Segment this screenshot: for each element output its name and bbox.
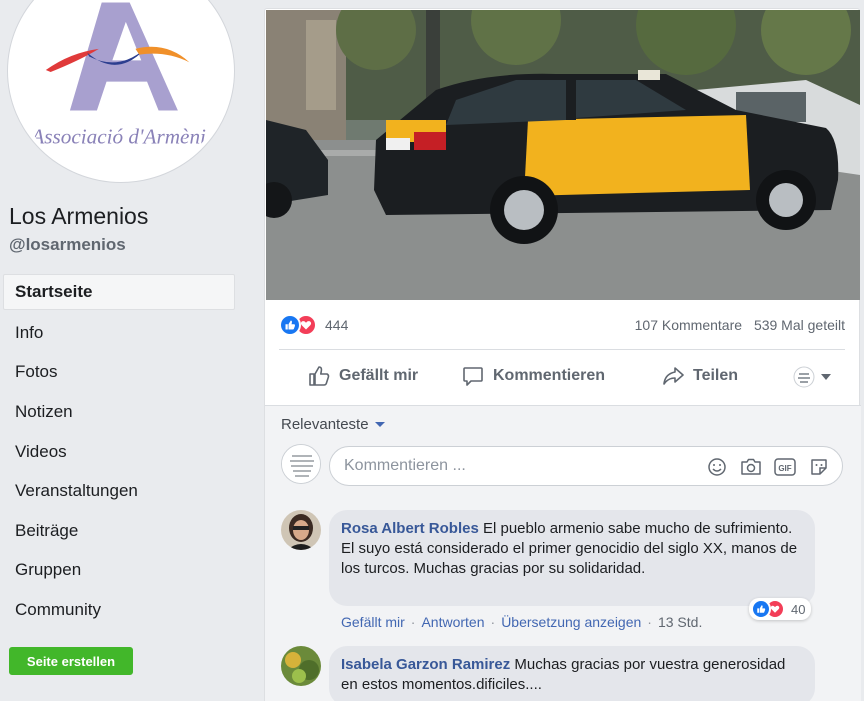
- share-button[interactable]: Teilen: [661, 364, 738, 388]
- logo-text: Associació d'Armènia Catalunya -Arm: [29, 124, 230, 148]
- nav-item-videos[interactable]: Videos: [3, 432, 235, 472]
- comment-bubble: Rosa Albert Robles El pueblo armenio sab…: [329, 510, 815, 606]
- comment-translate-link[interactable]: Übersetzung anzeigen: [501, 614, 641, 630]
- comment-icon: [463, 367, 483, 386]
- comment-timestamp[interactable]: 13 Std.: [658, 614, 702, 630]
- like-reaction-icon: [751, 599, 771, 619]
- page-nav: Startseite Info Fotos Notizen Videos Ver…: [3, 274, 235, 630]
- commenter-avatar[interactable]: [281, 510, 321, 550]
- comments-section: Relevanteste GIF Rosa Albert Robles El p…: [265, 405, 861, 701]
- like-button[interactable]: Gefällt mir: [307, 364, 418, 388]
- reaction-count[interactable]: 444: [325, 317, 348, 333]
- comment-like-link[interactable]: Gefällt mir: [341, 614, 405, 630]
- gif-icon[interactable]: GIF: [774, 456, 796, 478]
- comment-button[interactable]: Kommentieren: [461, 364, 605, 388]
- caret-down-icon: [374, 422, 385, 427]
- camera-icon[interactable]: [740, 456, 762, 478]
- emoji-icon[interactable]: [706, 456, 728, 478]
- separator-dot: ·: [490, 614, 496, 630]
- commenter-avatar[interactable]: [281, 646, 321, 686]
- comment-author[interactable]: Isabela Garzon Ramirez: [341, 656, 510, 673]
- comment-reaction-count: 40: [791, 601, 806, 617]
- taxi-photo: [266, 10, 860, 300]
- nav-item-community[interactable]: Community: [3, 590, 235, 630]
- comment-as-selector[interactable]: [793, 366, 831, 388]
- page-sidebar: Associació d'Armènia Catalunya -Arm Los …: [0, 0, 248, 701]
- sticker-icon[interactable]: [808, 456, 830, 478]
- comment-bubble: Isabela Garzon Ramirez Muchas gracias po…: [329, 646, 815, 701]
- thumbs-up-icon: [309, 366, 330, 386]
- comment-reply-link[interactable]: Antworten: [421, 614, 484, 630]
- nav-item-startseite[interactable]: Startseite: [3, 274, 235, 310]
- association-logo: Associació d'Armènia Catalunya -Arm: [12, 0, 230, 178]
- comment-author[interactable]: Rosa Albert Robles: [341, 520, 479, 537]
- comment-sort-dropdown[interactable]: Relevanteste: [281, 416, 385, 433]
- share-arrow-icon: [663, 367, 684, 385]
- create-page-button[interactable]: Seite erstellen: [9, 647, 133, 675]
- page-avatar-icon: [793, 366, 815, 388]
- nav-item-veranstaltungen[interactable]: Veranstaltungen: [3, 471, 235, 511]
- page-profile-picture[interactable]: Associació d'Armènia Catalunya -Arm: [8, 0, 234, 182]
- comments-count[interactable]: 107 Kommentare: [635, 317, 742, 333]
- separator-dot: ·: [410, 614, 416, 630]
- like-button-label: Gefällt mir: [339, 367, 419, 384]
- svg-text:GIF: GIF: [778, 464, 791, 473]
- comment-meta: Gefällt mir · Antworten · Übersetzung an…: [341, 614, 702, 630]
- like-reaction-icon[interactable]: [279, 314, 301, 336]
- composer-avatar: [281, 444, 321, 484]
- share-button-label: Teilen: [693, 367, 739, 384]
- nav-item-info[interactable]: Info: [3, 313, 235, 353]
- comment-sort-label: Relevanteste: [281, 416, 369, 433]
- page-handle[interactable]: @losarmenios: [9, 235, 126, 255]
- shares-count[interactable]: 539 Mal geteilt: [754, 317, 845, 333]
- nav-item-gruppen[interactable]: Gruppen: [3, 551, 235, 591]
- nav-item-notizen[interactable]: Notizen: [3, 392, 235, 432]
- post-card: 444 107 Kommentare 539 Mal geteilt Gefäl…: [264, 8, 861, 701]
- post-photo[interactable]: [266, 10, 860, 300]
- chevron-down-icon: [821, 374, 831, 380]
- comment-button-label: Kommentieren: [493, 367, 606, 384]
- post-stats: 444 107 Kommentare 539 Mal geteilt: [279, 312, 845, 338]
- page-title[interactable]: Los Armenios: [9, 203, 148, 230]
- post-actions-bar: Gefällt mir Kommentieren Teilen: [279, 349, 845, 405]
- nav-item-beitraege[interactable]: Beiträge: [3, 511, 235, 551]
- comment-reactions[interactable]: 40: [749, 598, 812, 620]
- comment-input[interactable]: [344, 457, 674, 475]
- nav-item-fotos[interactable]: Fotos: [3, 353, 235, 393]
- comment-composer[interactable]: GIF: [329, 446, 843, 486]
- separator-dot: ·: [647, 614, 652, 630]
